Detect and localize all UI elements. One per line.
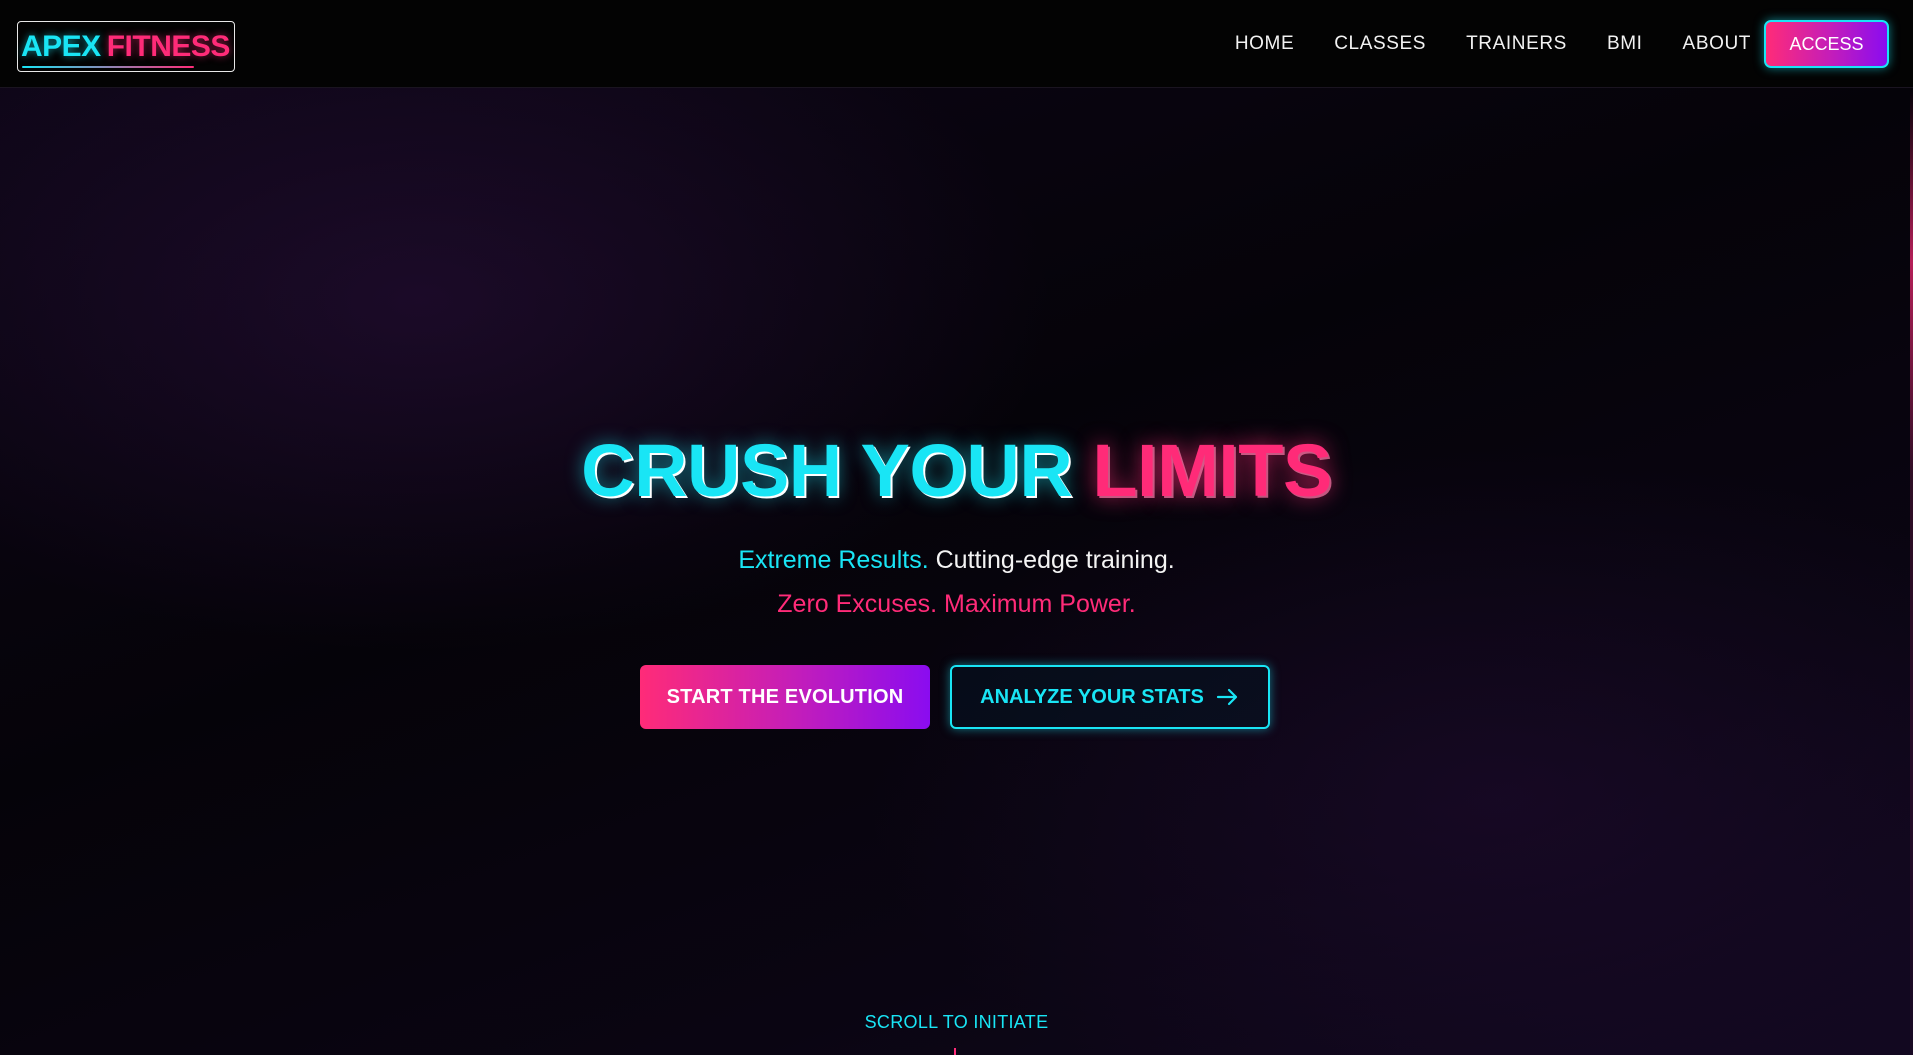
hero-title-part2: LIMITS: [1092, 429, 1332, 512]
page: APEX FITNESS HOME CLASSES TRAINERS BMI A…: [0, 0, 1913, 1055]
hero-tagline: Extreme Results. Cutting-edge training.: [0, 546, 1913, 575]
hero-title-part1: CRUSH YOUR: [581, 429, 1073, 512]
hero-subtagline: Zero Excuses. Maximum Power.: [777, 590, 1136, 618]
start-evolution-button[interactable]: START THE EVOLUTION: [640, 665, 930, 729]
nav-link-classes[interactable]: CLASSES: [1334, 33, 1426, 55]
main-nav: HOME CLASSES TRAINERS BMI ABOUT: [1195, 0, 1751, 88]
analyze-stats-label: ANALYZE YOUR STATS: [980, 685, 1204, 708]
access-button[interactable]: ACCESS: [1764, 20, 1889, 68]
logo[interactable]: APEX FITNESS: [17, 21, 235, 72]
nav-link-trainers[interactable]: TRAINERS: [1466, 33, 1567, 55]
hero-section: CRUSH YOUR LIMITS Extreme Results. Cutti…: [0, 88, 1913, 1055]
nav-link-about[interactable]: ABOUT: [1683, 33, 1751, 55]
scroll-hint[interactable]: SCROLL TO INITIATE: [0, 1012, 1913, 1033]
logo-fitness-text: FITNESS: [106, 29, 231, 63]
hero-tagline-rest: Cutting-edge training.: [935, 546, 1175, 574]
arrow-right-icon: [1216, 687, 1240, 707]
navbar: APEX FITNESS HOME CLASSES TRAINERS BMI A…: [0, 0, 1913, 88]
cta-row: START THE EVOLUTION ANALYZE YOUR STATS: [640, 665, 1270, 729]
analyze-stats-button[interactable]: ANALYZE YOUR STATS: [950, 665, 1270, 729]
logo-apex-text: APEX: [21, 29, 101, 63]
hero-tagline-highlight: Extreme Results.: [738, 546, 929, 574]
hero-title: CRUSH YOUR LIMITS: [0, 428, 1913, 513]
scroll-indicator-line: [954, 1048, 956, 1055]
nav-link-home[interactable]: HOME: [1235, 33, 1294, 55]
nav-link-bmi[interactable]: BMI: [1607, 33, 1643, 55]
logo-underline: [22, 66, 194, 68]
